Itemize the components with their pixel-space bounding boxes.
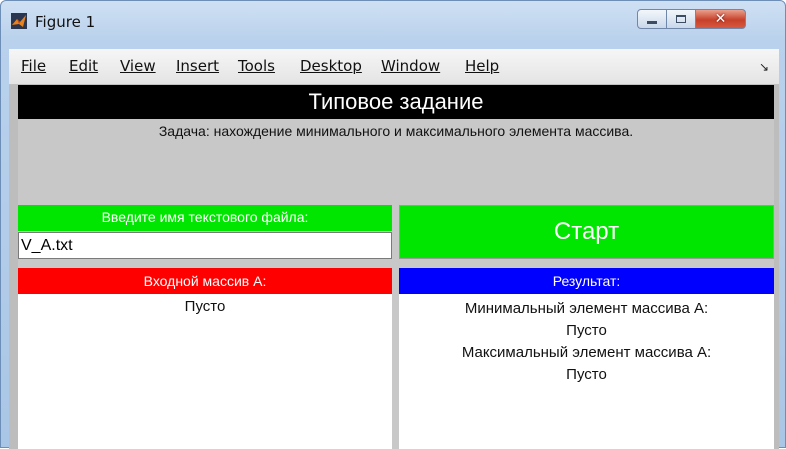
input-array-label: Входной массив А: [18, 268, 392, 294]
maximize-button[interactable] [667, 9, 696, 29]
task-description: Задача: нахождение минимального и максим… [158, 123, 634, 139]
input-array-content: Пусто [184, 298, 226, 315]
title-bar[interactable]: Figure 1 ✕ [1, 1, 785, 41]
menu-view[interactable]: View [120, 57, 156, 75]
result-label: Результат: [399, 268, 774, 294]
matlab-icon [11, 13, 27, 29]
figure-content: Типовое задание Задача: нахождение миним… [18, 85, 774, 449]
dock-figure-icon[interactable]: ↘ [759, 60, 769, 74]
start-button[interactable]: Старт [399, 205, 774, 259]
client-area: File Edit View Insert Tools Desktop Wind… [9, 49, 779, 449]
menu-insert[interactable]: Insert [176, 57, 219, 75]
menu-help[interactable]: Help [465, 57, 499, 75]
menu-bar: File Edit View Insert Tools Desktop Wind… [9, 49, 779, 85]
menu-tools[interactable]: Tools [238, 57, 275, 75]
maximize-icon [676, 15, 686, 23]
file-name-label: Введите имя текстового файла: [18, 205, 392, 231]
menu-edit[interactable]: Edit [69, 57, 98, 75]
file-name-input[interactable] [18, 232, 392, 259]
result-panel: Минимальный элемент массива А: Пусто Мак… [399, 294, 774, 449]
close-button[interactable]: ✕ [696, 9, 746, 29]
page-title: Типовое задание [18, 85, 774, 119]
minimize-icon [647, 20, 657, 24]
input-array-panel: Пусто [18, 294, 392, 449]
min-element-label: Минимальный элемент массива А: [464, 300, 709, 317]
window-title: Figure 1 [35, 13, 96, 31]
max-element-value: Пусто [566, 366, 607, 383]
minimize-button[interactable] [637, 9, 667, 29]
figure-window: Figure 1 ✕ File Edit View Insert Tools D… [0, 0, 786, 449]
menu-file[interactable]: File [21, 57, 46, 75]
menu-window[interactable]: Window [381, 57, 440, 75]
min-element-value: Пусто [566, 322, 607, 339]
menu-desktop[interactable]: Desktop [300, 57, 362, 75]
close-icon: ✕ [714, 11, 727, 27]
max-element-label: Максимальный элемент массива А: [461, 344, 712, 361]
